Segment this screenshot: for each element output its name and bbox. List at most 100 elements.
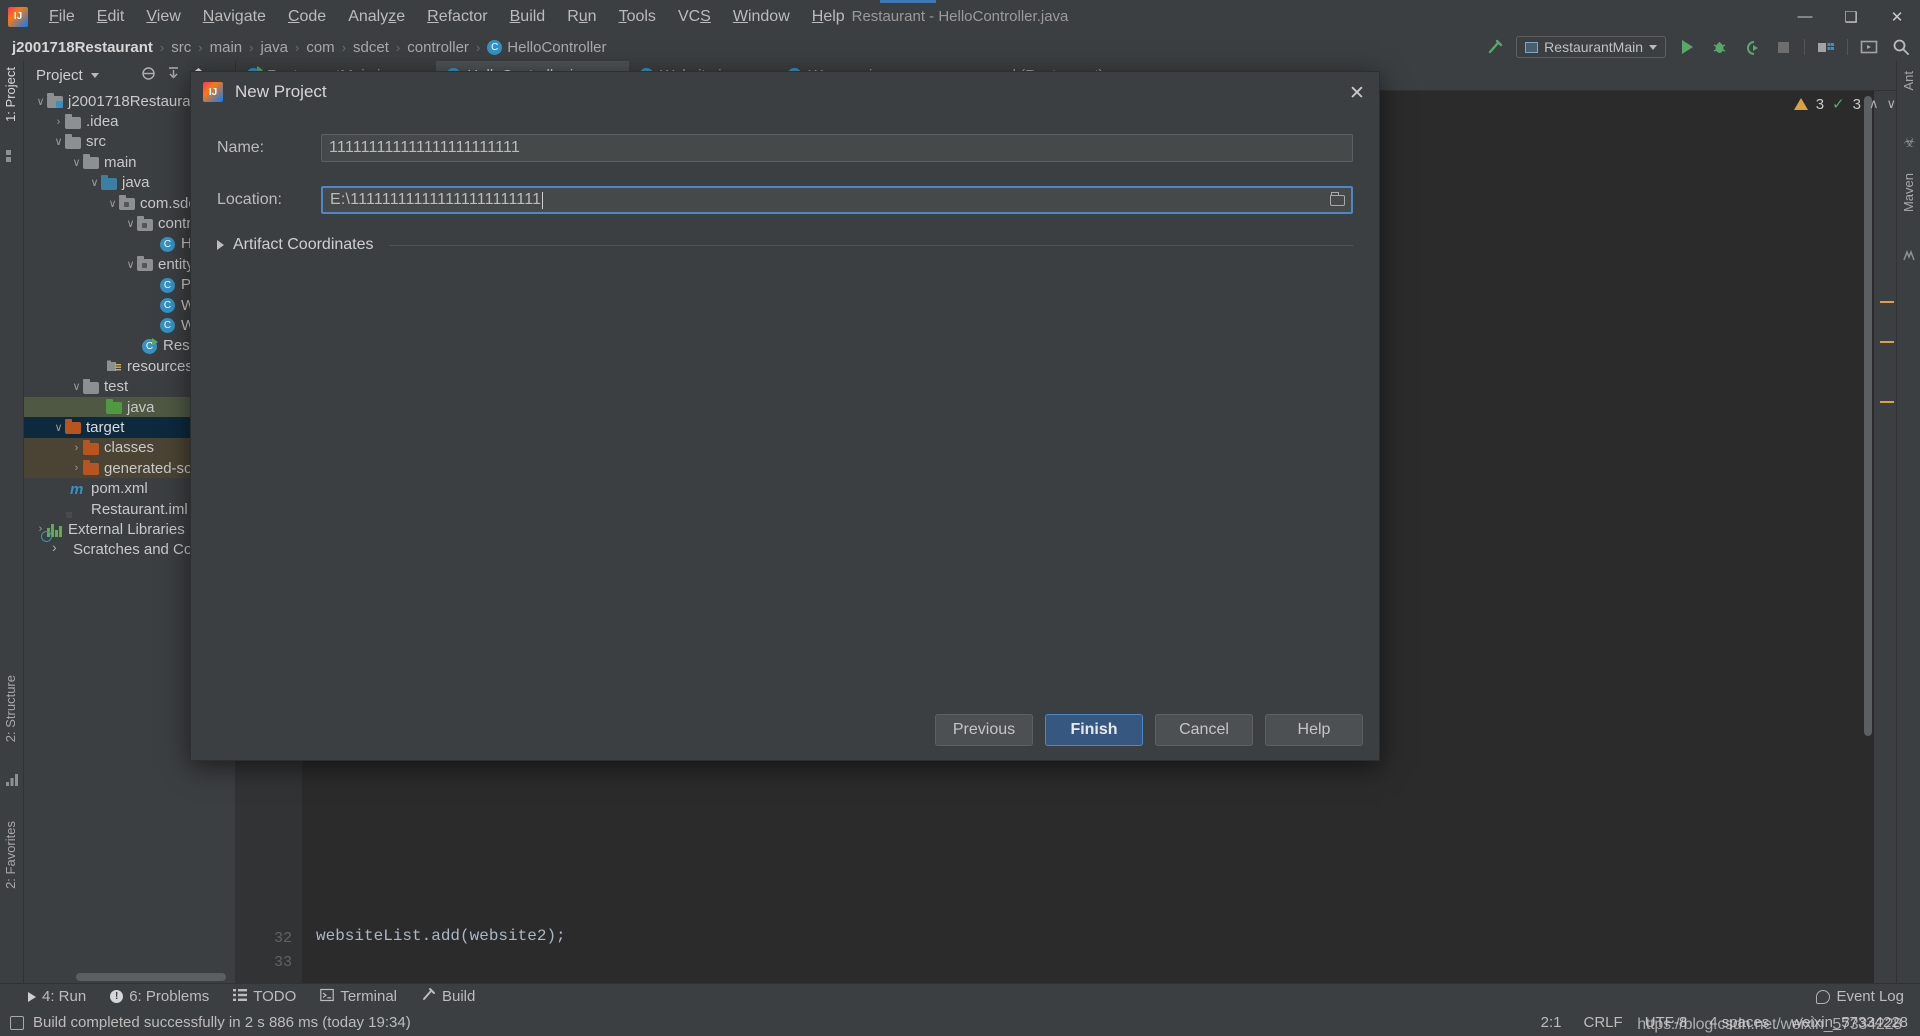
chevron-down-icon[interactable]: ∨ xyxy=(70,156,83,169)
name-input[interactable]: 111111111111111111111111 xyxy=(321,134,1353,162)
tool-button-build[interactable]: Build xyxy=(421,987,475,1006)
event-log-button[interactable]: Event Log xyxy=(1816,988,1904,1005)
caret-position[interactable]: 2:1 xyxy=(1541,1014,1562,1031)
location-input[interactable]: E:\111111111111111111111111 xyxy=(321,186,1353,214)
help-button[interactable]: Help xyxy=(1265,714,1363,746)
search-icon[interactable] xyxy=(1890,36,1912,58)
breadcrumb-item-4[interactable]: com xyxy=(306,39,334,56)
previous-button[interactable]: Previous xyxy=(935,714,1033,746)
menu-edit[interactable]: Edit xyxy=(86,4,136,30)
tool-button-run[interactable]: 4: Run xyxy=(28,988,86,1005)
folder-sources-icon xyxy=(101,174,117,191)
menu-navigate[interactable]: Navigate xyxy=(192,4,277,30)
artifact-coordinates-label: Artifact Coordinates xyxy=(233,236,374,253)
debug-icon[interactable] xyxy=(1708,36,1730,58)
chevron-down-icon[interactable]: ∨ xyxy=(124,217,137,230)
menu-tools[interactable]: Tools xyxy=(608,4,667,30)
menu-bar: IJ File Edit View Navigate Code Analyze … xyxy=(0,0,1920,33)
run-button[interactable] xyxy=(1676,36,1698,58)
browse-folder-icon[interactable] xyxy=(1327,190,1347,210)
stop-button[interactable] xyxy=(1772,36,1794,58)
tool-button-todo[interactable]: TODO xyxy=(233,988,296,1006)
folder-icon xyxy=(83,154,99,170)
chevron-right-icon[interactable]: › xyxy=(70,462,83,474)
warning-marker[interactable] xyxy=(1880,301,1894,303)
chevron-right-icon[interactable]: › xyxy=(52,116,65,128)
expand-icon[interactable] xyxy=(165,65,181,81)
minimize-button[interactable]: — xyxy=(1782,0,1828,33)
tool-button-terminal[interactable]: Terminal xyxy=(320,988,397,1006)
chevron-down-icon[interactable]: ∨ xyxy=(52,135,65,148)
tree-node-label: Restaurant.iml xyxy=(91,500,188,518)
project-structure-icon[interactable] xyxy=(1815,36,1837,58)
menu-analyze[interactable]: Analyze xyxy=(337,4,416,30)
tool-button-problems[interactable]: ! 6: Problems xyxy=(110,988,209,1005)
warning-marker[interactable] xyxy=(1880,401,1894,403)
tool-tab-favorites[interactable]: 2: Favorites xyxy=(3,821,18,889)
toolbar-divider xyxy=(1804,39,1805,55)
menu-window[interactable]: Window xyxy=(722,4,801,30)
chevron-down-icon[interactable] xyxy=(90,72,99,78)
chevron-down-icon[interactable]: ∨ xyxy=(106,197,119,210)
folder-excluded-icon xyxy=(83,439,99,456)
tree-node-label: java xyxy=(122,174,150,192)
warning-marker[interactable] xyxy=(1880,341,1894,343)
breadcrumb-item-6[interactable]: controller xyxy=(407,39,469,56)
run-with-coverage-icon[interactable] xyxy=(1740,36,1762,58)
menu-build[interactable]: Build xyxy=(499,4,557,30)
menu-vcs[interactable]: VCS xyxy=(667,4,722,30)
project-panel-hscrollbar[interactable] xyxy=(76,973,226,981)
chevron-right-icon[interactable]: › xyxy=(70,442,83,454)
breadcrumb-item-7[interactable]: HelloController xyxy=(507,39,606,56)
chevron-down-icon[interactable]: ∨ xyxy=(88,176,101,189)
line-separator[interactable]: CRLF xyxy=(1584,1014,1623,1031)
menu-file[interactable]: File xyxy=(38,4,86,30)
breadcrumb-sep: › xyxy=(159,39,165,55)
breadcrumb-item-1[interactable]: src xyxy=(171,39,191,56)
prev-problem-icon[interactable]: ∧ xyxy=(1869,96,1879,112)
dialog-title: New Project xyxy=(235,82,327,101)
intellij-logo-icon: IJ xyxy=(203,82,223,102)
maximize-button[interactable]: ❑ xyxy=(1828,0,1874,33)
right-tool-strip: Ant ☣ Maven xyxy=(1896,61,1920,983)
cancel-button[interactable]: Cancel xyxy=(1155,714,1253,746)
tool-tab-maven[interactable]: Maven xyxy=(1901,173,1916,212)
artifact-coordinates-section[interactable]: Artifact Coordinates xyxy=(191,236,1379,254)
run-configuration-selector[interactable]: RestaurantMain xyxy=(1516,36,1666,58)
tool-tab-project[interactable]: 1: Project xyxy=(3,67,18,122)
breadcrumb-item-0[interactable]: j2001718Restaurant xyxy=(12,39,153,56)
breadcrumb-item-5[interactable]: sdcet xyxy=(353,39,389,56)
close-button[interactable]: ✕ xyxy=(1874,0,1920,33)
next-problem-icon[interactable]: ∨ xyxy=(1886,96,1896,112)
finish-button[interactable]: Finish xyxy=(1045,714,1143,746)
chevron-right-icon[interactable] xyxy=(217,240,224,250)
tree-node-label: pom.xml xyxy=(91,480,148,498)
menu-code[interactable]: Code xyxy=(277,4,337,30)
tool-tab-ant[interactable]: Ant xyxy=(1901,71,1916,91)
editor-scrollbar[interactable] xyxy=(1864,96,1872,736)
chevron-down-icon[interactable]: ∨ xyxy=(124,258,137,271)
menu-help[interactable]: Help xyxy=(801,4,856,30)
location-label: Location: xyxy=(217,191,282,208)
warning-icon xyxy=(1793,98,1808,110)
hammer-icon[interactable] xyxy=(1484,36,1506,58)
chevron-down-icon[interactable]: ∨ xyxy=(52,421,65,434)
tree-node-label: classes xyxy=(104,439,155,457)
dialog-close-button[interactable]: ✕ xyxy=(1345,81,1369,105)
breadcrumb-item-3[interactable]: java xyxy=(260,39,288,56)
chevron-down-icon[interactable]: ∨ xyxy=(70,380,83,393)
tool-tab-structure[interactable]: 2: Structure xyxy=(3,675,18,742)
menu-view[interactable]: View xyxy=(135,4,191,30)
run-config-icon xyxy=(1525,41,1539,53)
chevron-down-icon[interactable]: ∨ xyxy=(34,95,47,108)
breadcrumb-sep: › xyxy=(475,39,481,55)
folder-excluded-icon xyxy=(83,460,99,476)
inspection-scrollbar[interactable] xyxy=(1874,91,1896,983)
menu-run[interactable]: Run xyxy=(556,4,607,30)
layout-icon[interactable] xyxy=(1858,36,1880,58)
name-input-value: 111111111111111111111111 xyxy=(329,139,521,156)
breadcrumb-item-2[interactable]: main xyxy=(210,39,243,56)
menu-refactor[interactable]: Refactor xyxy=(416,4,498,30)
collapse-all-icon[interactable] xyxy=(140,65,156,81)
dialog-header: IJ New Project xyxy=(191,72,1379,112)
